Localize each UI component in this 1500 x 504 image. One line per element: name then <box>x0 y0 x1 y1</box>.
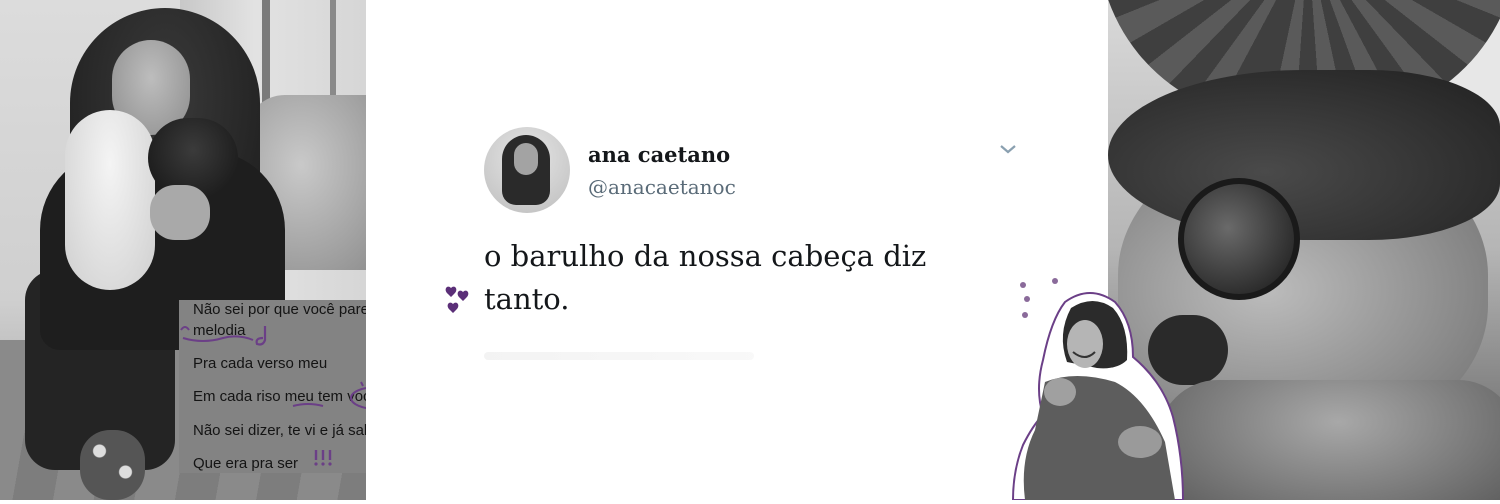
sticker-girl <box>1005 282 1195 501</box>
lyric-line: Não sei dizer, te vi e já sabia <box>193 422 384 439</box>
hand <box>150 185 210 240</box>
decor-dot <box>1020 282 1026 288</box>
tweet-card: ana caetano @anacaetanoc o barulho da no… <box>366 0 1108 500</box>
lyric-line: Não sei por que você parece <box>193 301 385 318</box>
polka-dot-sock <box>80 430 145 500</box>
hair <box>1108 70 1500 240</box>
white-puppy <box>65 110 155 290</box>
exclamation-doodle-icon <box>314 450 332 466</box>
heart-doodle-icon <box>445 286 469 313</box>
music-note-doodle-icon <box>180 326 267 346</box>
tweet-text-line: o barulho da nossa cabeça diz <box>484 239 927 273</box>
user-handle[interactable]: @anacaetanoc <box>588 175 736 199</box>
faded-timestamp <box>484 352 754 360</box>
avatar-face <box>514 143 538 175</box>
chevron-down-icon[interactable] <box>998 142 1018 156</box>
avatar[interactable] <box>484 127 570 213</box>
decor-dot <box>1022 312 1028 318</box>
decor-dot <box>1052 278 1058 284</box>
sticker-cutout <box>1011 292 1185 501</box>
sunglasses-lens <box>1178 178 1300 300</box>
tweet-text-line: tanto. <box>484 282 570 316</box>
lyric-line: Que era pra ser <box>193 455 299 472</box>
decor-dot <box>1024 296 1030 302</box>
lyric-line: Pra cada verso meu <box>193 355 328 372</box>
arm <box>1158 380 1500 500</box>
tweet-text: o barulho da nossa cabeça diz tanto. <box>484 235 984 321</box>
display-name[interactable]: ana caetano <box>588 142 730 167</box>
